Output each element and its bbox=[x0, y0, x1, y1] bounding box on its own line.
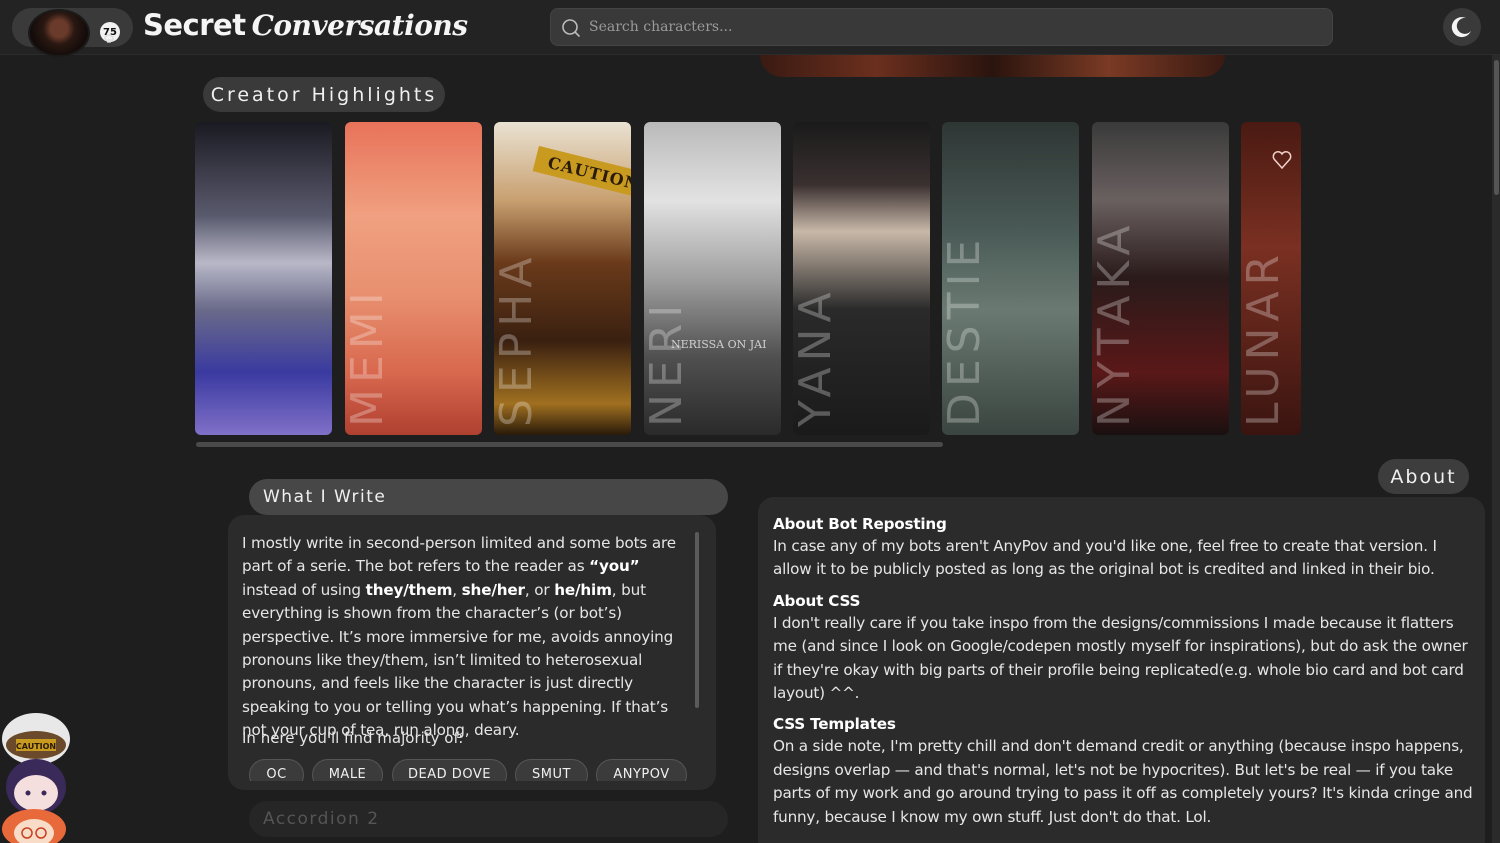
highlight-card[interactable]: NYTAKA bbox=[1092, 122, 1229, 435]
about-section-heading: CSS Templates bbox=[773, 715, 896, 734]
top-bar: 75 Secret Conversations bbox=[0, 0, 1500, 57]
site-logo[interactable]: Secret Conversations bbox=[143, 8, 468, 46]
creator-highlights-title: Creator Highlights bbox=[203, 77, 445, 112]
highlight-card[interactable]: CAUTION SEPHA bbox=[494, 122, 631, 435]
moon-icon bbox=[1451, 17, 1471, 38]
what-i-write-scrollbar[interactable] bbox=[695, 532, 699, 708]
about-title: About bbox=[1378, 459, 1469, 494]
profile-banner bbox=[760, 55, 1225, 77]
tag-chip[interactable]: OC bbox=[249, 759, 304, 781]
highlight-card-name: NYTAKA bbox=[1092, 219, 1140, 427]
highlight-card[interactable]: NERISSA ON JAI NERI bbox=[644, 122, 781, 435]
carousel-scrollbar[interactable] bbox=[196, 442, 943, 447]
about-section-heading: About CSS bbox=[773, 591, 861, 610]
bell-icon bbox=[104, 34, 114, 43]
about-content: About Bot Reposting In case any of my bo… bbox=[773, 513, 1473, 837]
about-section-body: On a side note, I'm pretty chill and don… bbox=[773, 737, 1473, 826]
tag-chip[interactable]: ANYPOV bbox=[596, 759, 687, 781]
highlight-card[interactable]: LUNAR bbox=[1241, 122, 1301, 435]
accordion-2-header[interactable]: Accordion 2 bbox=[249, 801, 728, 837]
search-icon bbox=[562, 19, 580, 37]
user-menu-button[interactable]: 75 bbox=[12, 8, 133, 57]
theme-toggle-button[interactable] bbox=[1443, 8, 1481, 46]
tag-chip[interactable]: MALE bbox=[312, 759, 383, 781]
highlight-card-name: YANA bbox=[793, 286, 841, 427]
what-i-write-accordion-header[interactable]: What I Write bbox=[249, 479, 728, 515]
what-i-write-body: I mostly write in second-person limited … bbox=[242, 534, 676, 740]
highlight-card-name: NERI bbox=[644, 298, 692, 427]
highlight-card-name: LUNAR bbox=[1241, 248, 1289, 427]
search-input[interactable] bbox=[589, 9, 1319, 45]
tag-chip[interactable]: SMUT bbox=[515, 759, 588, 781]
highlight-card-name: DESTIE bbox=[942, 233, 990, 427]
highlight-card-name: SEPHA bbox=[494, 251, 542, 427]
page-scrollbar-thumb[interactable] bbox=[1494, 60, 1499, 195]
about-section-body: I don't really care if you take inspo fr… bbox=[773, 613, 1468, 703]
about-section-body: In case any of my bots aren't AnyPov and… bbox=[773, 537, 1437, 579]
avatar[interactable] bbox=[28, 9, 90, 57]
highlight-card[interactable] bbox=[195, 122, 332, 435]
highlight-card[interactable]: YANA bbox=[793, 122, 930, 435]
brand-primary: Secret bbox=[143, 8, 246, 42]
tag-chip[interactable]: DEAD DOVE bbox=[392, 759, 507, 781]
highlight-card[interactable]: DESTIE bbox=[942, 122, 1079, 435]
brand-secondary: Conversations bbox=[251, 9, 468, 42]
mascot-hat-text: CAUTION bbox=[16, 742, 56, 751]
find-label: In here you'll find majority of: bbox=[242, 729, 464, 747]
tag-list: OC MALE DEAD DOVE SMUT ANYPOV bbox=[249, 759, 709, 781]
highlight-card-name: MEMI bbox=[345, 286, 393, 427]
chibi-mascot-sticker[interactable]: CAUTION bbox=[0, 705, 72, 843]
highlight-card[interactable]: MEMI bbox=[345, 122, 482, 435]
about-section-heading: About Bot Reposting bbox=[773, 515, 947, 533]
search-bar[interactable] bbox=[550, 8, 1333, 46]
creator-highlights-carousel[interactable]: MEMI CAUTION SEPHA NERISSA ON JAI NERI Y… bbox=[195, 122, 1301, 435]
